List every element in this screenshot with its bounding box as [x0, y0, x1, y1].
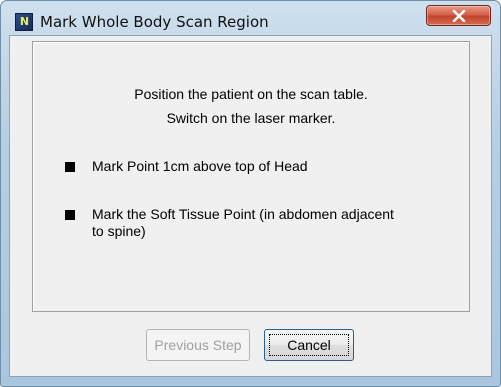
previous-step-button[interactable]: Previous Step	[146, 329, 250, 361]
dialog-client-area: Position the patient on the scan table. …	[9, 35, 492, 377]
instructions-panel: Position the patient on the scan table. …	[32, 41, 470, 312]
close-icon	[452, 10, 466, 22]
step-item: Mark the Soft Tissue Point (in abdomen a…	[92, 206, 462, 240]
dialog-window: N Mark Whole Body Scan Region Position t…	[0, 0, 501, 387]
instruction-line: Switch on the laser marker.	[166, 110, 336, 126]
window-title: Mark Whole Body Scan Region	[40, 13, 269, 31]
step-item-line: Mark the Soft Tissue Point (in abdomen a…	[92, 206, 394, 222]
cancel-button-label: Cancel	[269, 334, 349, 356]
step-item-line: to spine)	[92, 223, 146, 239]
app-icon: N	[15, 13, 33, 31]
instruction-line: Position the patient on the scan table.	[134, 86, 368, 102]
cancel-button[interactable]: Cancel	[264, 329, 354, 361]
title-bar[interactable]: N Mark Whole Body Scan Region	[1, 1, 500, 35]
bullet-icon	[65, 210, 75, 220]
step-item: Mark Point 1cm above top of Head	[92, 158, 308, 174]
close-button[interactable]	[426, 5, 491, 26]
bullet-icon	[65, 162, 75, 172]
